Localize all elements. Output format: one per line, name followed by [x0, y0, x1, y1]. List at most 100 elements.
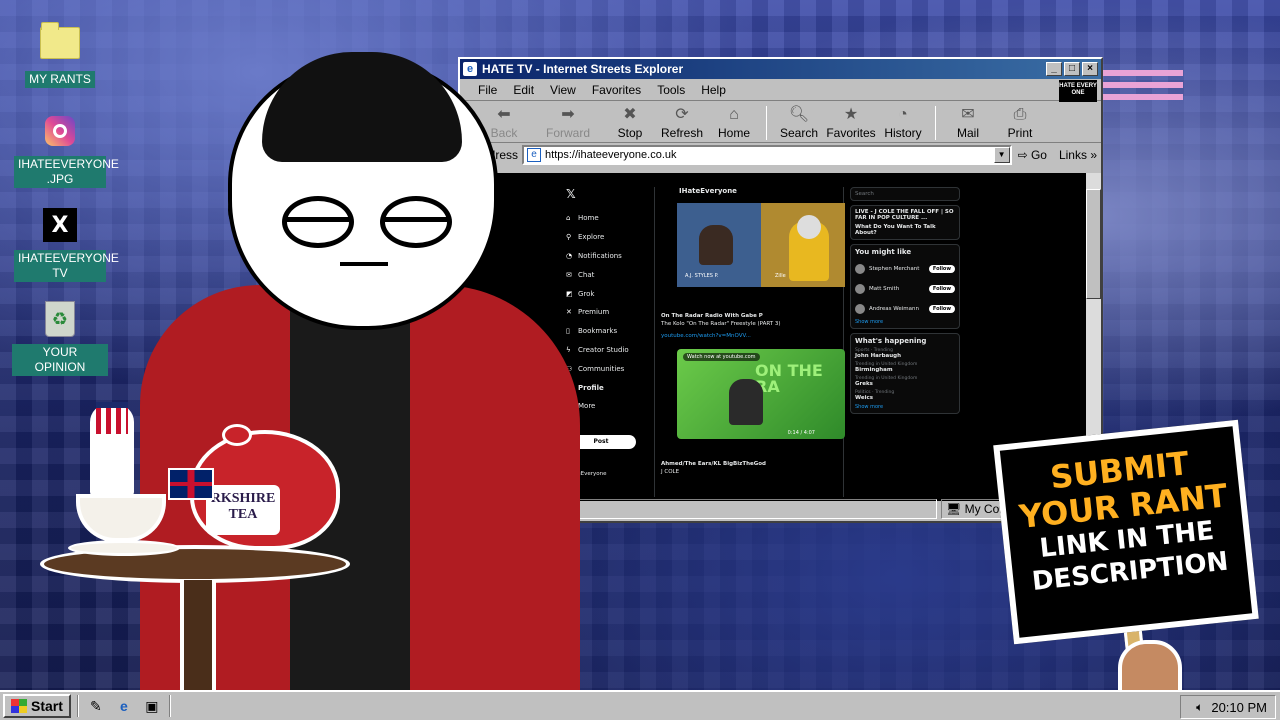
favorites-button[interactable]: ★ Favorites — [825, 104, 877, 140]
post-link[interactable]: youtube.com/watch?v=MnOVV... — [661, 333, 751, 339]
folder-icon — [39, 22, 81, 64]
nav-explore[interactable]: ⚲ Explore — [566, 228, 629, 247]
menu-view[interactable]: View — [550, 83, 576, 97]
nav-premium[interactable]: ✕ Premium — [566, 303, 629, 322]
bookmark-icon: ▯ — [566, 327, 570, 336]
stop-icon: ✖ — [623, 106, 637, 123]
windows-logo-icon — [11, 699, 27, 713]
menu-edit[interactable]: Edit — [513, 83, 534, 97]
stop-button[interactable]: ✖ Stop — [604, 104, 656, 140]
video-player-b[interactable]: Watch now at youtube.com ON THE RA 0:14 … — [677, 349, 845, 439]
suggestion-row[interactable]: Andreas Weimann Follow — [855, 299, 955, 319]
trend-item[interactable]: Trending in United Kingdom Greks — [855, 376, 955, 387]
nav-creator-studio[interactable]: ϟ Creator Studio — [566, 341, 629, 360]
menu-help[interactable]: Help — [701, 83, 726, 97]
taskbar-separator — [168, 695, 171, 717]
desktop-icon-my-rants[interactable]: MY RANTS — [12, 22, 108, 88]
quicklaunch-desktop-icon[interactable]: ✎ — [85, 695, 107, 717]
refresh-button[interactable]: ⟳ Refresh — [656, 104, 708, 140]
desktop-icon-ihateeveryone-tv[interactable]: X IHATEEVERYONE TV — [12, 204, 119, 282]
suggestion-row[interactable]: Stephen Merchant Follow — [855, 259, 955, 279]
go-button[interactable]: ⇨ Go — [1018, 148, 1047, 162]
post-header[interactable]: Ahmed/The Ears/KL BigBizTheGod — [661, 461, 766, 467]
mail-button[interactable]: ✉ Mail — [942, 104, 994, 140]
trend-item[interactable]: Sports · Trending John Harbaugh — [855, 348, 955, 359]
desktop-icon-ihateeveryone-jpg[interactable]: IHATEEVERYONE .JPG — [12, 110, 119, 188]
search-box[interactable]: Search — [850, 187, 960, 201]
show-more-link[interactable]: Show more — [855, 319, 955, 325]
uncle-sam-figure — [90, 402, 134, 496]
suggestion-name: Matt Smith — [869, 286, 900, 292]
quicklaunch-ie-icon[interactable]: e — [113, 695, 135, 717]
live-item[interactable]: What Do You Want To Talk About? — [855, 224, 955, 236]
home-icon: ⌂ — [729, 106, 739, 123]
scrollbar-thumb[interactable] — [1086, 189, 1101, 299]
menu-favorites[interactable]: Favorites — [592, 83, 641, 97]
page-icon: e — [527, 148, 542, 162]
address-dropdown-icon[interactable]: ▼ — [993, 147, 1010, 163]
menu-tools[interactable]: Tools — [657, 83, 685, 97]
close-button[interactable]: × — [1082, 62, 1098, 76]
union-jack-flag-icon — [168, 468, 214, 500]
history-label: History — [884, 126, 922, 140]
left-eye — [282, 196, 354, 248]
lightning-icon: ϟ — [566, 345, 571, 354]
nav-label: Explore — [578, 233, 605, 242]
live-item[interactable]: LIVE - J COLE THE FALL OFF | SO FAR IN P… — [855, 209, 955, 221]
quicklaunch-window-icon[interactable]: ▣ — [141, 695, 163, 717]
video-player-a[interactable]: A.J. STYLES P. Zille — [677, 203, 845, 287]
start-button[interactable]: Start — [3, 694, 71, 718]
follow-button[interactable]: Follow — [928, 305, 955, 313]
ie-logo-icon: e — [463, 62, 477, 76]
desktop-icon-label: IHATEEVERYONE TV — [14, 250, 119, 282]
nav-label: Grok — [578, 289, 595, 298]
bell-icon: ◔ — [566, 251, 573, 260]
nav-label: Profile — [578, 383, 604, 392]
trend-item[interactable]: Politics · Trending Weics — [855, 390, 955, 401]
nav-notifications[interactable]: ◔ Notifications — [566, 247, 629, 266]
nav-communities[interactable]: ⚇ Communities — [566, 359, 629, 378]
live-box[interactable]: LIVE - J COLE THE FALL OFF | SO FAR IN P… — [850, 205, 960, 240]
trend-topic: Greks — [855, 381, 873, 387]
nav-bookmarks[interactable]: ▯ Bookmarks — [566, 322, 629, 341]
history-button[interactable]: ◔ History — [877, 104, 929, 140]
maximize-button[interactable]: □ — [1064, 62, 1080, 76]
video-overlay-text: ON THE RA — [755, 361, 823, 396]
menu-file[interactable]: File — [478, 83, 497, 97]
suggestion-name: Stephen Merchant — [869, 266, 920, 272]
submit-rant-sign: SUBMIT YOUR RANT LINK IN THE DESCRIPTION — [993, 419, 1259, 645]
trend-item[interactable]: Trending in United Kingdom Birmingham — [855, 362, 955, 373]
links-button[interactable]: Links » — [1059, 148, 1097, 162]
search-button[interactable]: 🔍︎ Search — [773, 104, 825, 140]
nav-home[interactable]: ⌂ Home — [566, 209, 629, 228]
home-button[interactable]: ⌂ Home — [708, 104, 760, 140]
address-input[interactable]: e https://ihateeveryone.co.uk ▼ — [522, 145, 1012, 165]
post-header[interactable]: On The Radar Radio With Gabe P — [661, 313, 763, 319]
print-button[interactable]: ⎙ Print — [994, 104, 1046, 140]
clock[interactable]: 20:10 PM — [1211, 700, 1267, 715]
desktop-icon-your-opinion[interactable]: ♻ YOUR OPINION — [12, 298, 108, 376]
mouth — [340, 262, 388, 266]
minimize-button[interactable]: _ — [1046, 62, 1062, 76]
x-right-sidebar: Search LIVE - J COLE THE FALL OFF | SO F… — [850, 187, 960, 418]
x-logo-icon[interactable]: 𝕏 — [566, 187, 629, 201]
show-more-link[interactable]: Show more — [855, 404, 955, 410]
refresh-label: Refresh — [660, 126, 704, 140]
links-label: Links — [1058, 148, 1087, 162]
forward-arrow-icon: ➡ — [561, 106, 575, 123]
post-text: The Kolo "On The Radar" Freestyle (PART … — [661, 321, 781, 327]
watch-badge[interactable]: Watch now at youtube.com — [683, 353, 760, 361]
x-feed: IHateEveryone A.J. STYLES P. Zille On Th… — [654, 187, 845, 497]
forward-button[interactable]: ➡ Forward — [542, 104, 594, 140]
address-bar: Address e https://ihateeveryone.co.uk ▼ … — [460, 143, 1101, 167]
back-label: Back — [490, 126, 518, 140]
nav-grok[interactable]: ◩ Grok — [566, 284, 629, 303]
nav-chat[interactable]: ✉ Chat — [566, 265, 629, 284]
follow-button[interactable]: Follow — [928, 285, 955, 293]
favorites-label: Favorites — [826, 126, 876, 140]
toolbar: ⬅ Back ➡ Forward ✖ Stop ⟳ Refresh ⌂ Home 🔍︎ Se… — [460, 101, 1101, 143]
suggestion-row[interactable]: Matt Smith Follow — [855, 279, 955, 299]
window-titlebar[interactable]: e HATE TV - Internet Streets Explorer _ … — [460, 59, 1101, 79]
speaker-icon[interactable]: 🔈︎ — [1196, 700, 1203, 715]
follow-button[interactable]: Follow — [928, 265, 955, 273]
